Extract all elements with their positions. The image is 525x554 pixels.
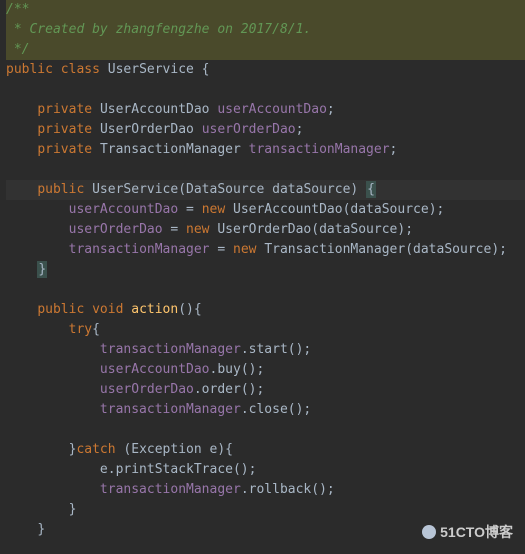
blank-line — [6, 280, 525, 300]
doc-comment-author: * Created by zhangfengzhe on 2017/8/1. — [6, 20, 525, 40]
code-editor[interactable]: /** * Created by zhangfengzhe on 2017/8/… — [0, 0, 525, 540]
watermark: 51CTO博客 — [422, 522, 513, 542]
watermark-icon — [422, 525, 436, 539]
call-tx-start: transactionManager.start(); — [6, 340, 525, 360]
blank-line — [6, 160, 525, 180]
field-decl-order: private UserOrderDao userOrderDao; — [6, 120, 525, 140]
call-account-buy: userAccountDao.buy(); — [6, 360, 525, 380]
catch-start: }catch (Exception e){ — [6, 440, 525, 460]
assign-account: userAccountDao = new UserAccountDao(data… — [6, 200, 525, 220]
doc-comment-end: */ — [6, 40, 525, 60]
call-printstack: e.printStackTrace(); — [6, 460, 525, 480]
method-action-decl: public void action(){ — [6, 300, 525, 320]
try-start: try{ — [6, 320, 525, 340]
blank-line — [6, 80, 525, 100]
call-tx-rollback: transactionManager.rollback(); — [6, 480, 525, 500]
field-decl-tx: private TransactionManager transactionMa… — [6, 140, 525, 160]
field-decl-account: private UserAccountDao userAccountDao; — [6, 100, 525, 120]
call-tx-close: transactionManager.close(); — [6, 400, 525, 420]
catch-end: } — [6, 500, 525, 520]
assign-tx: transactionManager = new TransactionMana… — [6, 240, 525, 260]
constructor-end: } — [6, 260, 525, 280]
constructor-decl: public UserService(DataSource dataSource… — [6, 180, 525, 200]
call-order-order: userOrderDao.order(); — [6, 380, 525, 400]
doc-comment-start: /** — [6, 0, 525, 20]
assign-order: userOrderDao = new UserOrderDao(dataSour… — [6, 220, 525, 240]
class-decl: public class UserService { — [6, 60, 525, 80]
watermark-text: 51CTO博客 — [440, 522, 513, 542]
blank-line — [6, 420, 525, 440]
